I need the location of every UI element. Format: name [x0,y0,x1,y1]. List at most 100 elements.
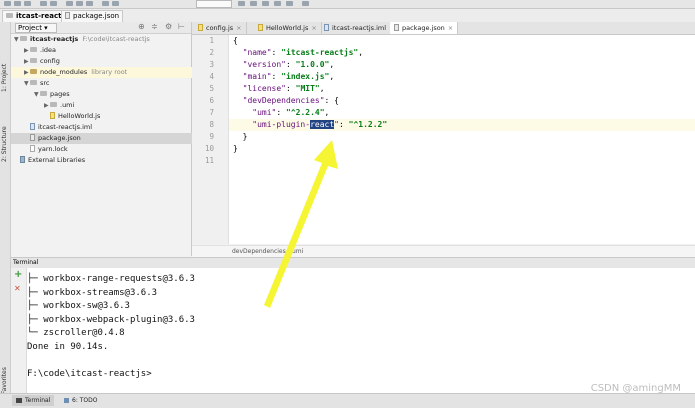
stop-icon[interactable] [286,1,293,6]
find-icon[interactable] [102,1,109,6]
terminal-line: ├─ workbox-webpack-plugin@3.6.3 [27,314,195,325]
collapse-icon[interactable]: ≑ [151,22,158,31]
code-line-8-current: "umi-plugin-react": "^1.2.2" [229,119,695,131]
folder-icon [50,101,57,107]
tree-item[interactable]: ▶ .idea [11,45,204,56]
back-icon[interactable] [40,1,47,6]
project-tool-tab[interactable]: 1: Project [0,62,10,92]
line-number: 1 [209,36,214,45]
folder-icon [6,12,13,18]
editor-tab[interactable]: config.js × [194,22,247,34]
close-tab-icon[interactable]: × [448,24,453,32]
project-panel-header: Project ▾ ⊕ ≑ ⚙ ⊢ [11,22,191,34]
todo-tool-tab[interactable]: 6: TODO [60,395,101,406]
close-terminal-icon[interactable]: ✕ [14,284,21,293]
terminal-line: ├─ workbox-sw@3.6.3 [27,301,130,311]
tree-item-suffix: F:\code\itcast-reactjs [82,35,150,43]
vcs-icon[interactable] [302,1,309,6]
terminal-line: ├─ workbox-streams@3.6.3 [27,287,158,298]
selected-text: react [310,120,335,129]
editor-tab[interactable]: itcast-reactjs.iml× [320,22,400,34]
tree-item[interactable]: ▶ node_modules library root [11,67,204,78]
tree-item-label: node_modules [40,68,88,76]
line-number: 7 [209,108,214,117]
tree-item-label: config [40,57,60,65]
debug-icon[interactable] [250,1,257,6]
line-number: 3 [209,60,214,69]
iml-file-icon [324,23,329,31]
folder-icon [30,57,37,63]
navigation-bar: itcast-reactjs package.json [0,9,695,23]
main-toolbar [0,0,695,9]
gear-icon[interactable]: ⚙ [165,22,172,31]
editor-breadcrumbs[interactable]: devDependencies › umi [192,245,695,257]
brace: { [233,36,238,45]
editor-tab[interactable]: package.json × [390,22,459,34]
code-line-4: "main": "index.js", [242,72,335,81]
editor-tab-label: itcast-reactjs.iml [332,24,387,32]
replace-icon[interactable] [112,1,119,6]
tree-item[interactable]: ▶ config [11,56,204,67]
todo-tool-tab-label: 6: TODO [72,397,98,404]
structure-tool-tab[interactable]: 2: Structure [0,122,10,162]
hide-icon[interactable]: ⊢ [178,22,185,31]
forward-icon[interactable] [50,1,57,6]
json-key: "umi" [252,108,277,117]
tree-item[interactable]: package.json [11,133,204,144]
tree-item-label: src [40,79,50,87]
tree-item-label: pages [50,90,70,98]
run-icon[interactable] [238,1,245,6]
coverage-icon[interactable] [262,1,269,6]
tree-item[interactable]: ▼ pages [11,89,214,100]
code-line-7: "umi": "^2.2.4", [252,108,330,117]
profile-icon[interactable] [274,1,281,6]
tree-item[interactable]: ▼ itcast-reactjs F:\code\itcast-reactjs [11,34,194,45]
tree-item[interactable]: yarn.lock [11,144,204,155]
json-value: "^2.2.4" [286,108,325,117]
terminal-icon [16,398,22,403]
lib-file-icon [20,155,25,163]
json-file-icon [65,11,70,19]
json-value: "index.js" [281,72,330,81]
add-terminal-icon[interactable]: + [14,269,22,280]
nav-crumb-file-label: package.json [73,12,120,20]
editor-gutter: 1 2 3 4 5 6 7 8 9 10 11 [192,35,229,244]
terminal-line: Done in 90.14s. [27,341,109,352]
locate-icon[interactable]: ⊕ [138,22,145,31]
code-line-3: "version": "1.0.0", [242,60,335,69]
open-icon[interactable] [4,1,11,6]
todo-icon [64,398,69,403]
line-number: 9 [209,132,214,141]
close-tab-icon[interactable]: × [311,24,316,32]
code-editor[interactable]: { "name": "itcast-reactjs", "version": "… [229,35,695,244]
json-key-end: " [334,120,339,129]
folder-icon [30,46,37,52]
tree-item[interactable]: ▼ src [11,78,204,89]
tree-item-label: .umi [60,101,75,109]
folder-icon [20,35,27,41]
project-panel: Project ▾ ⊕ ≑ ⚙ ⊢ ▼ itcast-reactjs F:\code… [11,22,204,256]
paste-icon[interactable] [86,1,93,6]
line-number: 4 [209,72,214,81]
tree-item[interactable]: itcast-reactjs.iml [11,122,204,133]
brace: } [233,144,238,153]
tree-item-label: yarn.lock [38,145,68,153]
run-config-select[interactable] [196,0,232,8]
json-value: "^1.2.2" [348,120,388,129]
code-line-2: "name": "itcast-reactjs", [242,48,364,57]
cut-icon[interactable] [66,1,73,6]
line-number: 5 [209,84,214,93]
tree-item-label: External Libraries [28,156,86,164]
project-view-select[interactable]: Project ▾ [15,23,57,33]
terminal-tool-tab[interactable]: Terminal [12,395,55,406]
watermark: CSDN @amingMM [590,383,681,394]
tree-item[interactable]: External Libraries [11,155,194,166]
editor-breadcrumbs-text: devDependencies › umi [232,248,304,255]
copy-icon[interactable] [76,1,83,6]
close-tab-icon[interactable]: × [236,24,241,32]
lock-file-icon [30,144,35,152]
editor-tab[interactable]: HelloWorld.js × [254,22,322,34]
terminal-output[interactable]: ├─ workbox-range-requests@3.6.3 ├─ workbo… [27,268,695,393]
save-icon[interactable] [14,1,21,6]
sync-icon[interactable] [24,1,31,6]
